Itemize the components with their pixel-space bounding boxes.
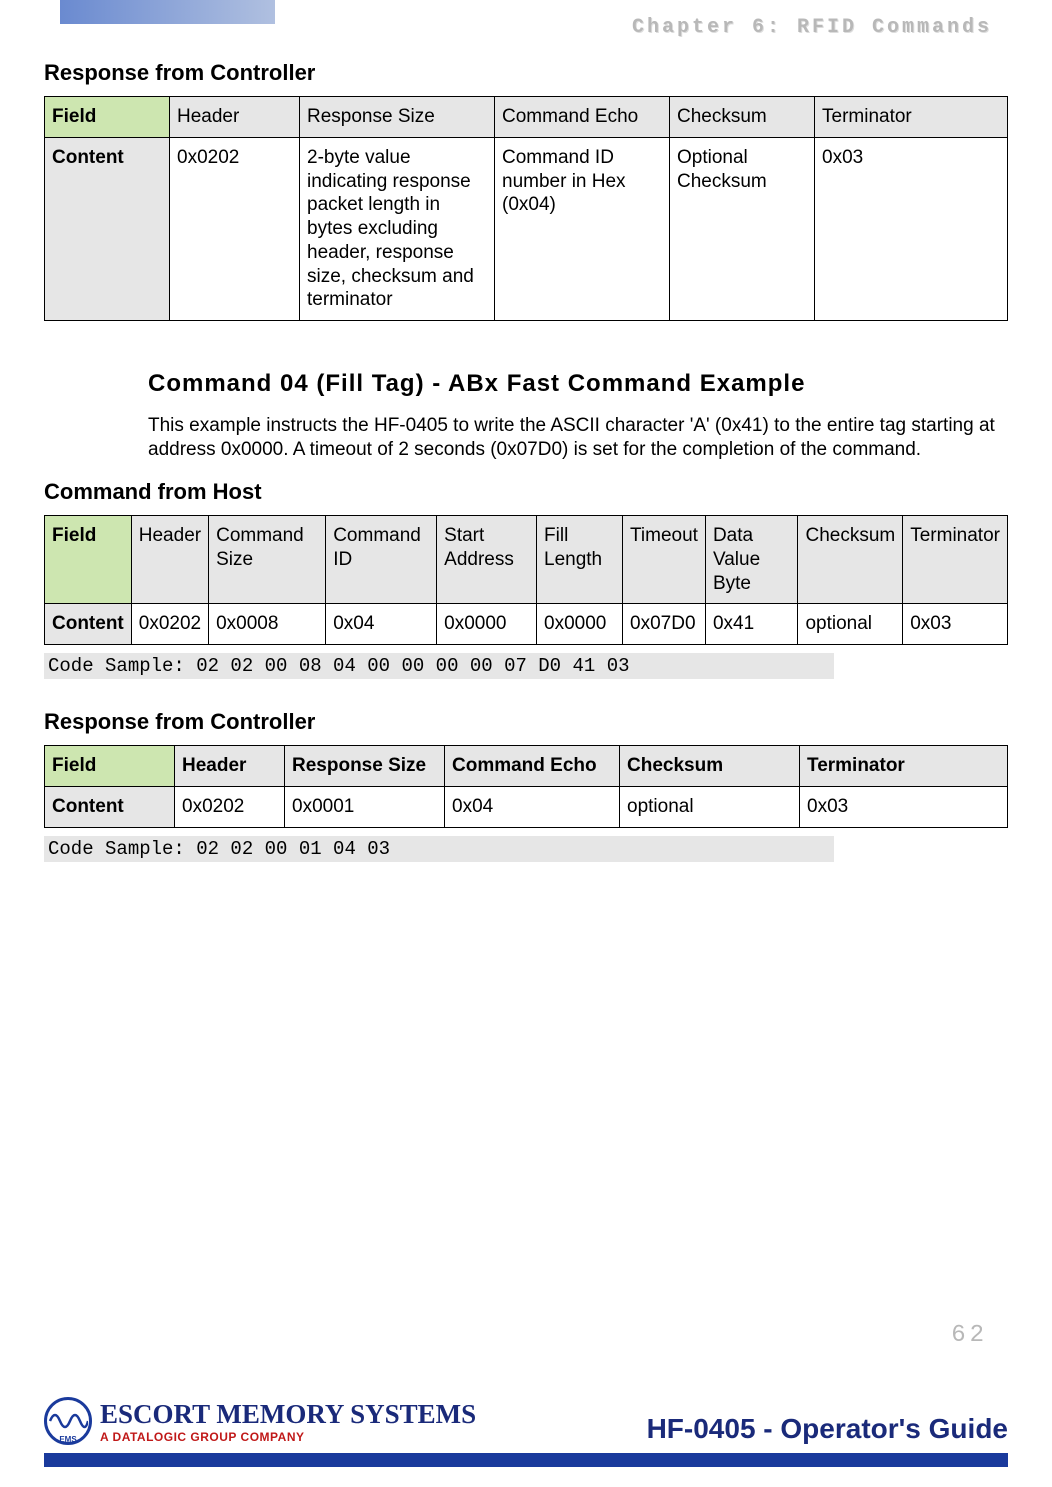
table-row: Field Header Response Size Command Echo … xyxy=(45,97,1008,138)
logo-sub-text: A DATALOGIC GROUP COMPANY xyxy=(100,1430,476,1444)
cell-timeout: Timeout xyxy=(623,516,706,604)
host-heading: Command from Host xyxy=(44,479,1008,505)
cell-checksum: Checksum xyxy=(798,516,903,604)
cell-checksum: optional xyxy=(798,604,903,645)
table-row: Content 0x0202 0x0008 0x04 0x0000 0x0000… xyxy=(45,604,1008,645)
ems-text: EMS xyxy=(59,1435,76,1444)
cell-start-address: 0x0000 xyxy=(437,604,537,645)
cell-command-echo: Command ID number in Hex (0x04) xyxy=(495,137,670,320)
ems-logo-icon: EMS xyxy=(44,1397,92,1445)
command-heading: Command 04 (Fill Tag) - ABx Fast Command… xyxy=(148,367,1008,402)
cell-response-size: Response Size xyxy=(300,97,495,138)
wave-icon xyxy=(48,1407,88,1435)
header-gradient xyxy=(60,0,275,24)
table-row: Field Header Command Size Command ID Sta… xyxy=(45,516,1008,604)
footer-bar xyxy=(44,1453,1008,1467)
cell-start-address: Start Address xyxy=(437,516,537,604)
cell-fill-length: 0x0000 xyxy=(537,604,623,645)
cell-command-size: 0x0008 xyxy=(209,604,326,645)
cell-command-id: Command ID xyxy=(326,516,437,604)
cell-command-size: Command Size xyxy=(209,516,326,604)
cell-field: Field xyxy=(45,97,170,138)
footer-row: EMS ESCORT MEMORY SYSTEMS A DATALOGIC GR… xyxy=(44,1397,1008,1445)
cell-checksum: Optional Checksum xyxy=(670,137,815,320)
cell-command-id: 0x04 xyxy=(326,604,437,645)
cell-checksum: Checksum xyxy=(670,97,815,138)
cell-terminator: Terminator xyxy=(815,97,1008,138)
logo-main-text: ESCORT MEMORY SYSTEMS xyxy=(100,1399,476,1430)
cell-field: Content xyxy=(45,604,132,645)
cell-response-size: Response Size xyxy=(285,746,445,787)
cell-response-size: 2-byte value indicating response packet … xyxy=(300,137,495,320)
table-row: Field Header Response Size Command Echo … xyxy=(45,746,1008,787)
guide-title: HF-0405 - Operator's Guide xyxy=(647,1413,1008,1445)
cell-header: Header xyxy=(175,746,285,787)
logo-text: ESCORT MEMORY SYSTEMS A DATALOGIC GROUP … xyxy=(100,1399,476,1444)
cell-data-value-byte: Data Value Byte xyxy=(705,516,798,604)
cell-field: Field xyxy=(45,516,132,604)
cell-fill-length: Fill Length xyxy=(537,516,623,604)
logo-block: EMS ESCORT MEMORY SYSTEMS A DATALOGIC GR… xyxy=(44,1397,476,1445)
cell-field: Field xyxy=(45,746,175,787)
response-heading-2: Response from Controller xyxy=(44,709,1008,735)
cell-terminator: 0x03 xyxy=(815,137,1008,320)
cell-checksum: optional xyxy=(620,786,800,827)
response-table-1: Field Header Response Size Command Echo … xyxy=(44,96,1008,321)
cell-command-echo: 0x04 xyxy=(445,786,620,827)
cell-checksum: Checksum xyxy=(620,746,800,787)
cell-response-size: 0x0001 xyxy=(285,786,445,827)
page-content: Response from Controller Field Header Re… xyxy=(44,60,1008,892)
cell-data-value-byte: 0x41 xyxy=(705,604,798,645)
chapter-label: Chapter 6: RFID Commands xyxy=(632,16,992,39)
cell-header: 0x0202 xyxy=(131,604,208,645)
table-row: Content 0x0202 0x0001 0x04 optional 0x03 xyxy=(45,786,1008,827)
cell-timeout: 0x07D0 xyxy=(623,604,706,645)
cell-header: 0x0202 xyxy=(175,786,285,827)
cell-header: Header xyxy=(131,516,208,604)
cell-header: Header xyxy=(170,97,300,138)
cell-field: Content xyxy=(45,786,175,827)
response-table-2: Field Header Response Size Command Echo … xyxy=(44,745,1008,828)
page-number: 62 xyxy=(951,1322,988,1349)
cell-terminator: 0x03 xyxy=(800,786,1008,827)
cell-command-echo: Command Echo xyxy=(495,97,670,138)
cell-field: Content xyxy=(45,137,170,320)
cell-header: 0x0202 xyxy=(170,137,300,320)
cell-terminator: Terminator xyxy=(800,746,1008,787)
command-description: This example instructs the HF-0405 to wr… xyxy=(148,414,998,463)
cell-terminator: 0x03 xyxy=(903,604,1008,645)
cell-terminator: Terminator xyxy=(903,516,1008,604)
response-heading-1: Response from Controller xyxy=(44,60,1008,86)
cell-command-echo: Command Echo xyxy=(445,746,620,787)
code-sample-2: Code Sample: 02 02 00 01 04 03 xyxy=(44,836,834,862)
table-row: Content 0x0202 2-byte value indicating r… xyxy=(45,137,1008,320)
code-sample-1: Code Sample: 02 02 00 08 04 00 00 00 00 … xyxy=(44,653,834,679)
footer: EMS ESCORT MEMORY SYSTEMS A DATALOGIC GR… xyxy=(44,1397,1008,1467)
host-command-table: Field Header Command Size Command ID Sta… xyxy=(44,515,1008,645)
header-bar: Chapter 6: RFID Commands xyxy=(60,0,992,24)
